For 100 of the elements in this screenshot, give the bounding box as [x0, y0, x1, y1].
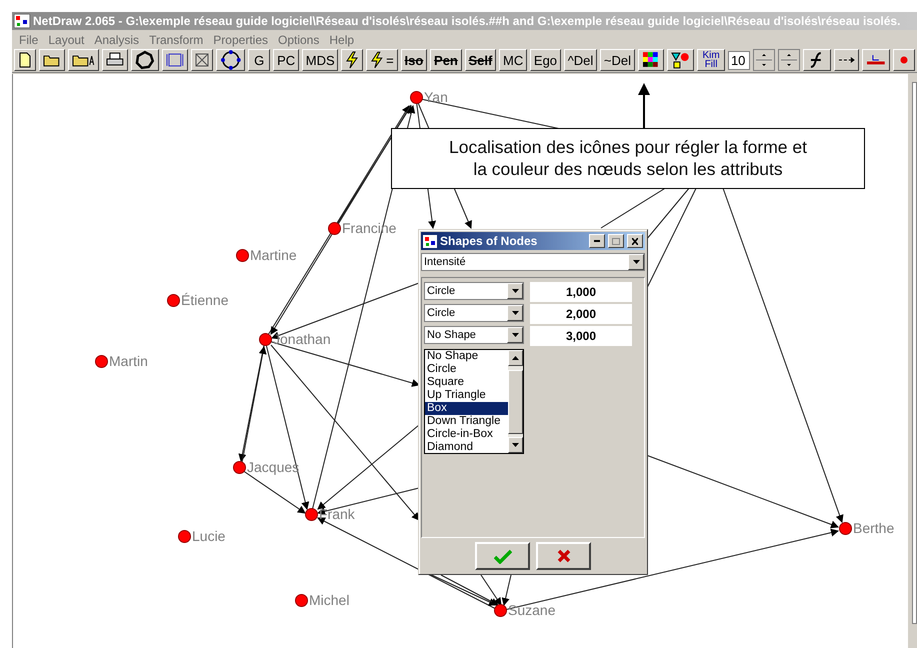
maximize-icon	[612, 238, 620, 244]
lightning-button[interactable]	[341, 49, 364, 72]
node-dot[interactable]	[167, 294, 180, 306]
callout-text: Localisation des icônes pour régler la forme et la couleur des nœuds selon les attributs	[391, 128, 865, 189]
tool-button[interactable]: ^Del	[564, 49, 598, 72]
node-dot[interactable]	[328, 222, 341, 234]
open-folder-button[interactable]	[39, 49, 65, 72]
line-button[interactable]	[862, 49, 890, 72]
cross-icon	[556, 549, 570, 563]
shape-option[interactable]: Square	[425, 376, 508, 389]
menu-item[interactable]: Help	[324, 32, 360, 47]
dot-icon	[899, 55, 910, 66]
list-scrollbar[interactable]	[508, 350, 523, 453]
ok-button[interactable]	[475, 542, 530, 570]
polygon-button[interactable]	[131, 49, 159, 72]
tool-button[interactable]: Ego	[530, 49, 561, 72]
app-icon	[14, 14, 30, 28]
window-title: NetDraw 2.065 - G:\exemple réseau guide logiciel\Réseau d'isolés\réseau isolés.##h and G:\exemple réseau guide logiciel\Réseau d'isolés\réseau isolés.	[33, 14, 900, 28]
menu-item[interactable]: Analysis	[89, 32, 144, 47]
menu-item[interactable]: File	[14, 32, 44, 47]
crossed-square-icon	[194, 53, 209, 68]
value-cell: 1,000	[530, 282, 632, 302]
shape-dropdown[interactable]: No Shape	[424, 326, 524, 344]
shape-option[interactable]: No Shape	[425, 350, 508, 363]
attribute-dropdown[interactable]: Intensité	[421, 253, 645, 271]
checkmark-icon	[494, 548, 512, 564]
node-label: Martine	[250, 247, 297, 263]
node-label: Berthe	[853, 520, 894, 536]
polygon-icon	[135, 50, 155, 70]
line-icon	[866, 53, 886, 68]
kim-fill-button[interactable]: Kim Fill	[697, 49, 725, 72]
maximize-button[interactable]	[608, 234, 624, 248]
spinner-control[interactable]	[778, 49, 800, 72]
shapes-button[interactable]	[666, 49, 694, 72]
tool-button[interactable]: Pen	[430, 49, 462, 72]
lightning-icon	[370, 51, 384, 70]
node-dot[interactable]	[95, 354, 108, 368]
menu-item[interactable]: Options	[273, 32, 324, 47]
shape-option[interactable]: Box	[425, 402, 508, 415]
node-dot[interactable]	[178, 530, 191, 542]
shape-option[interactable]: Circle-in-Box	[425, 428, 508, 441]
dot-button[interactable]	[893, 49, 916, 72]
script-l-button[interactable]	[802, 49, 831, 72]
node-dot[interactable]	[494, 604, 507, 616]
cancel-button[interactable]	[536, 542, 591, 570]
node-dot[interactable]	[236, 248, 249, 262]
minimize-icon	[594, 240, 600, 242]
open-folder-button[interactable]	[68, 49, 100, 72]
spinner-control[interactable]	[752, 49, 775, 72]
node-dot[interactable]	[410, 90, 423, 104]
lightning-button[interactable]: =	[366, 49, 398, 72]
crossed-square-button[interactable]	[190, 49, 213, 72]
menu-item[interactable]: Properties	[208, 32, 273, 47]
tool-button[interactable]: Self	[464, 49, 496, 72]
node-label: Jonathan	[273, 331, 331, 347]
color-grid-button[interactable]	[638, 49, 664, 72]
node-dot[interactable]	[233, 460, 246, 474]
node-label: Martin	[109, 353, 148, 369]
tool-button[interactable]: G	[248, 49, 270, 72]
minimize-button[interactable]	[589, 234, 605, 248]
size-field[interactable]: 10	[728, 50, 750, 70]
tool-button[interactable]: ~Del	[600, 49, 635, 72]
node-label: Suzane	[508, 602, 556, 618]
scroll-down-icon	[512, 443, 519, 447]
tool-button[interactable]: MDS	[302, 49, 338, 72]
callout-arrow	[637, 83, 651, 129]
tool-button[interactable]: Iso	[400, 49, 428, 72]
close-icon	[632, 238, 638, 244]
tool-button[interactable]: MC	[499, 49, 528, 72]
circle-nodes-icon	[220, 50, 242, 70]
menu-item[interactable]: Transform	[144, 32, 208, 47]
node-dot[interactable]	[839, 522, 852, 534]
frame-button[interactable]	[162, 49, 188, 72]
node-label: Yan	[424, 89, 448, 105]
node-dot[interactable]	[295, 594, 308, 606]
node-label: Étienne	[181, 292, 228, 308]
new-file-button[interactable]	[14, 49, 36, 72]
dropdown-arrow-icon	[512, 333, 518, 337]
close-button[interactable]	[627, 234, 643, 248]
value-cell: 2,000	[530, 304, 632, 324]
frame-icon	[166, 52, 184, 68]
dropdown-arrow-icon	[512, 311, 518, 315]
shape-option[interactable]: Circle	[425, 363, 508, 376]
shape-option[interactable]: Up Triangle	[425, 389, 508, 402]
node-label: Frank	[319, 506, 355, 522]
shape-dropdown[interactable]: Circle	[424, 282, 524, 300]
new-file-icon	[18, 52, 32, 68]
dropdown-arrow-icon	[632, 260, 640, 264]
menu-item[interactable]: Layout	[43, 32, 90, 47]
tool-button[interactable]: PC	[273, 49, 299, 72]
dialog-title: Shapes of Nodes	[440, 234, 538, 248]
shape-dropdown[interactable]: Circle	[424, 304, 524, 322]
shape-option[interactable]: Down Triangle	[425, 415, 508, 428]
circle-nodes-button[interactable]	[216, 49, 246, 72]
shape-option[interactable]: Diamond	[425, 441, 508, 454]
node-dot[interactable]	[305, 508, 318, 520]
printer-button[interactable]	[102, 49, 128, 72]
dashed-arrow-button[interactable]	[834, 49, 860, 72]
node-dot[interactable]	[259, 332, 272, 346]
scroll-up-icon	[512, 356, 519, 360]
